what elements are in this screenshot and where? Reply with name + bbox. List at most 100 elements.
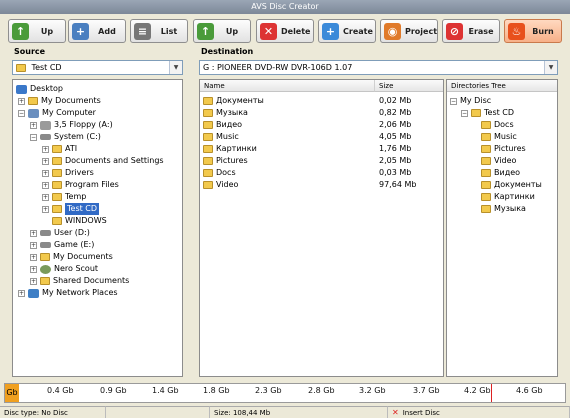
up-arrow-icon: ↑ (197, 22, 214, 40)
create-button[interactable]: + Create (318, 19, 376, 43)
tree-item-label: System (C:) (54, 132, 101, 141)
tree-item-nero-scout[interactable]: + Nero Scout (30, 263, 98, 275)
collapse-icon[interactable]: − (30, 133, 37, 141)
destination-up-button[interactable]: ↑ Up (193, 19, 251, 43)
dirtree-label: Video (494, 156, 517, 165)
tree-item-floppy[interactable]: + 3,5 Floppy (A:) (30, 119, 113, 131)
dirtree-item-test-cd[interactable]: − Test CD (461, 107, 514, 119)
folder-icon (52, 193, 62, 201)
expand-icon[interactable]: + (30, 277, 37, 285)
tree-item-game-e[interactable]: + Game (E:) (30, 239, 94, 251)
tree-item-label: ATI (65, 144, 78, 153)
tree-item-documents-and-settings[interactable]: + Documents and Settings (42, 155, 164, 167)
tree-item-my-computer[interactable]: − My Computer (18, 107, 96, 119)
file-row[interactable]: Документы (203, 95, 264, 107)
expand-icon[interactable]: + (42, 145, 49, 153)
chevron-down-icon[interactable]: ▼ (544, 61, 557, 74)
erase-button[interactable]: ⊘ Erase (442, 19, 500, 43)
folder-icon (481, 181, 491, 189)
dirtree-item-my-disc[interactable]: − My Disc (450, 95, 491, 107)
burn-button[interactable]: ♨ Burn (504, 19, 562, 43)
dirtree-item[interactable]: Video (481, 155, 516, 167)
no-disc-icon: ✕ (392, 407, 399, 417)
floppy-icon (40, 120, 51, 130)
delete-button[interactable]: ✕ Delete (256, 19, 314, 43)
file-row[interactable]: Music (203, 131, 239, 143)
column-header-size[interactable]: Size (375, 80, 443, 92)
tree-item-temp[interactable]: + Temp (42, 191, 86, 203)
status-insert-disc: ✕ Insert Disc (388, 406, 570, 418)
capacity-limit-marker (491, 384, 492, 402)
column-header-name[interactable]: Name (200, 80, 375, 92)
source-tree[interactable]: Desktop + My Documents − My Computer + 3… (12, 79, 183, 377)
ruler-tick: 4.6 Gb (516, 386, 543, 395)
tree-item-label: My Network Places (42, 288, 118, 297)
collapse-icon[interactable]: − (450, 97, 457, 105)
tree-item-test-cd[interactable]: + Test CD (42, 203, 100, 215)
folder-icon (28, 97, 38, 105)
expand-icon[interactable]: + (30, 241, 37, 249)
add-button[interactable]: + Add (68, 19, 126, 43)
dirtree-label: Видео (494, 168, 521, 177)
dirtree-item[interactable]: Картинки (481, 191, 535, 203)
source-up-button[interactable]: ↑ Up (8, 19, 66, 43)
tree-item-program-files[interactable]: + Program Files (42, 179, 119, 191)
tree-item-windows[interactable]: WINDOWS (52, 215, 107, 227)
tree-item-my-network-places[interactable]: + My Network Places (18, 287, 118, 299)
collapse-icon[interactable]: − (18, 109, 25, 117)
tree-item-ati[interactable]: + ATI (42, 143, 77, 155)
list-icon: ≡ (134, 22, 151, 40)
drive-selected: G : PIONEER DVD-RW DVR-106D 1.07 (203, 63, 353, 72)
expand-icon[interactable]: + (30, 265, 37, 273)
expand-icon[interactable]: + (42, 157, 49, 165)
list-button[interactable]: ≡ List (130, 19, 188, 43)
dirtree-item[interactable]: Видео (481, 167, 520, 179)
file-list[interactable]: Name Size Документы 0,02 Mb Музыка 0,82 … (199, 79, 444, 377)
dirtree-item[interactable]: Музыка (481, 203, 526, 215)
file-row[interactable]: Картинки (203, 143, 257, 155)
chevron-down-icon[interactable]: ▼ (169, 61, 182, 74)
file-name: Картинки (216, 144, 257, 153)
ruler-tick: 1.4 Gb (152, 386, 179, 395)
expand-icon[interactable]: + (42, 205, 49, 213)
ruler-tick: 0.9 Gb (100, 386, 127, 395)
dirtree-item[interactable]: Music (481, 131, 517, 143)
source-folder-select[interactable]: Test CD ▼ (12, 60, 183, 75)
tree-item-desktop[interactable]: Desktop (16, 83, 63, 95)
expand-icon[interactable]: + (42, 193, 49, 201)
dirtree-item[interactable]: Pictures (481, 143, 526, 155)
expand-icon[interactable]: + (30, 253, 37, 261)
directories-tree[interactable]: Directories Tree − My Disc − Test CD Docs … (446, 79, 558, 377)
file-row[interactable]: Video (203, 179, 238, 191)
file-row[interactable]: Pictures (203, 155, 248, 167)
tree-item-my-documents[interactable]: + My Documents (18, 95, 101, 107)
dirtree-item[interactable]: Документы (481, 179, 542, 191)
expand-icon[interactable]: + (30, 229, 37, 237)
tree-item-system-c[interactable]: − System (C:) (30, 131, 101, 143)
expand-icon[interactable]: + (42, 169, 49, 177)
destination-heading: Destination (201, 47, 254, 56)
file-row[interactable]: Музыка (203, 107, 248, 119)
file-row[interactable]: Видео (203, 119, 242, 131)
expand-icon[interactable]: + (18, 289, 25, 297)
tree-item-my-documents-2[interactable]: + My Documents (30, 251, 113, 263)
create-label: Create (343, 26, 373, 36)
project-button[interactable]: ◉ Project (380, 19, 438, 43)
drive-select[interactable]: G : PIONEER DVD-RW DVR-106D 1.07 ▼ (199, 60, 558, 75)
tree-item-user-d[interactable]: + User (D:) (30, 227, 90, 239)
file-name: Музыка (216, 108, 248, 117)
folder-icon (40, 253, 50, 261)
expand-icon[interactable]: + (30, 121, 37, 129)
expand-icon[interactable]: + (42, 181, 49, 189)
folder-icon (16, 63, 26, 72)
tree-item-shared-documents[interactable]: + Shared Documents (30, 275, 129, 287)
erase-label: Erase (468, 26, 494, 36)
tree-item-drivers[interactable]: + Drivers (42, 167, 94, 179)
ruler-tick: 4.2 Gb (464, 386, 491, 395)
dirtree-item[interactable]: Docs (481, 119, 514, 131)
file-row[interactable]: Docs (203, 167, 236, 179)
collapse-icon[interactable]: − (461, 109, 468, 117)
expand-icon[interactable]: + (18, 97, 25, 105)
desktop-icon (16, 84, 27, 94)
file-size: 97,64 Mb (379, 180, 417, 189)
